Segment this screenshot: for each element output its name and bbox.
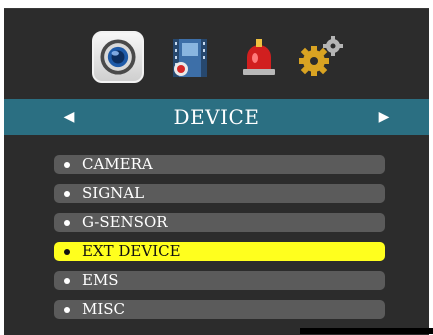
menu-item-ext-device[interactable]: EXT DEVICE xyxy=(54,242,385,261)
bullet-icon xyxy=(64,219,70,226)
menu-item-ems[interactable]: EMS xyxy=(54,271,385,290)
film-record-icon[interactable] xyxy=(167,31,219,83)
gears-icon[interactable] xyxy=(294,31,346,83)
menu-item-misc[interactable]: MISC xyxy=(54,300,385,319)
osd-screen: ◀ DEVICE ▶ CAMERA SIGNAL G-SENSOR EXT DE… xyxy=(4,8,429,335)
menu-item-label: G-SENSOR xyxy=(82,213,168,231)
menu-item-camera[interactable]: CAMERA xyxy=(54,155,385,174)
bullet-icon xyxy=(64,190,70,197)
bullet-icon xyxy=(64,277,70,284)
menu-item-label: MISC xyxy=(82,300,126,318)
next-menu-arrow-icon[interactable]: ▶ xyxy=(369,99,399,135)
menu-item-signal[interactable]: SIGNAL xyxy=(54,184,385,203)
menu-header-bar: ◀ DEVICE ▶ xyxy=(4,99,429,135)
bullet-icon xyxy=(64,248,70,255)
menu-item-label: EMS xyxy=(82,271,119,289)
bullet-icon xyxy=(64,306,70,313)
menu-title: DEVICE xyxy=(173,105,260,129)
tab-icon-row xyxy=(4,31,429,91)
camera-lens-icon[interactable] xyxy=(92,31,144,83)
alarm-siren-icon[interactable] xyxy=(233,31,285,83)
menu-item-label: SIGNAL xyxy=(82,184,145,202)
menu-item-label: EXT DEVICE xyxy=(82,242,181,260)
menu-item-g-sensor[interactable]: G-SENSOR xyxy=(54,213,385,232)
bullet-icon xyxy=(64,161,70,168)
menu-item-label: CAMERA xyxy=(82,155,153,173)
bottom-edge xyxy=(300,328,433,334)
